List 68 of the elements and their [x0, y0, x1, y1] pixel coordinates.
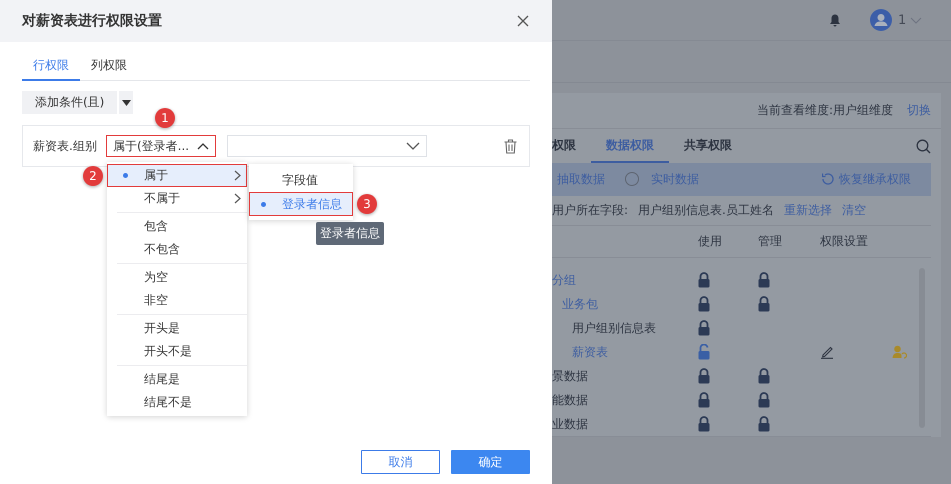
tree-link[interactable]: 业务包: [552, 296, 598, 312]
tree-link[interactable]: 薪资表: [552, 344, 608, 360]
menu-item[interactable]: 开头是: [107, 317, 247, 340]
chevron-right-icon: [234, 193, 241, 204]
operator-select[interactable]: 属于(登录者...: [106, 135, 216, 157]
field-name: 薪资表.组别: [33, 138, 98, 154]
tree-item: 能数据: [552, 392, 588, 408]
chevron-down-icon: [406, 142, 420, 150]
menu-item[interactable]: 不包含: [107, 238, 247, 261]
avatar-icon[interactable]: [870, 9, 892, 31]
menu-item[interactable]: 包含: [107, 215, 247, 238]
tooltip: 登录者信息: [316, 222, 384, 245]
bell-icon[interactable]: [829, 14, 841, 26]
field-value: 用户组别信息表.员工姓名: [638, 202, 774, 219]
column-header: 权限设置: [819, 233, 869, 250]
column-header: 管理: [758, 233, 783, 250]
lock-icon[interactable]: [698, 368, 710, 384]
dropdown-button[interactable]: [119, 91, 134, 114]
refresh-icon: [822, 173, 834, 186]
chevron-right-icon: [234, 170, 241, 181]
switch-link[interactable]: 切换: [907, 102, 931, 119]
tree-item: 业数据: [552, 416, 588, 432]
tree-item: 用户组别信息表: [571, 320, 656, 336]
field-label: 用户所在字段:: [552, 202, 628, 219]
menu-item[interactable]: 结尾不是: [107, 391, 247, 414]
dialog-title: 对薪资表进行权限设置: [22, 12, 162, 30]
lock-icon[interactable]: [758, 272, 770, 288]
user-name: 1: [898, 12, 906, 28]
unlock-icon[interactable]: [698, 344, 710, 360]
tab[interactable]: 权限: [552, 128, 591, 164]
reselect-link[interactable]: 重新选择: [784, 202, 832, 219]
lock-icon[interactable]: [698, 320, 710, 336]
dimension-label: 当前查看维度:用户组维度: [756, 102, 893, 119]
lock-icon[interactable]: [758, 368, 770, 384]
tab[interactable]: 行权限: [22, 52, 80, 81]
trash-icon[interactable]: [504, 138, 517, 154]
lock-icon[interactable]: [758, 296, 770, 312]
confirm-button[interactable]: 确定: [451, 450, 530, 474]
lock-icon[interactable]: [698, 272, 710, 288]
menu-item[interactable]: 为空: [107, 266, 247, 289]
search-icon[interactable]: [916, 138, 931, 154]
menu-item[interactable]: 结尾是: [107, 368, 247, 391]
lock-icon[interactable]: [698, 296, 710, 312]
close-icon[interactable]: [517, 15, 529, 27]
tab[interactable]: 共享权限: [669, 128, 747, 164]
step-badge: 1: [155, 108, 175, 128]
tab[interactable]: 列权限: [80, 52, 138, 81]
menu-item[interactable]: 非空: [107, 289, 247, 312]
lock-icon[interactable]: [698, 392, 710, 408]
menu-item[interactable]: 不属于: [107, 187, 247, 210]
menu-item[interactable]: 属于: [107, 164, 247, 187]
step-badge: 3: [357, 194, 377, 214]
tree-link[interactable]: 分组: [552, 272, 576, 288]
lock-icon[interactable]: [758, 392, 770, 408]
caret-down-icon: [122, 100, 131, 106]
step-badge: 2: [83, 166, 103, 186]
edit-icon[interactable]: [820, 345, 834, 359]
lock-icon[interactable]: [698, 416, 710, 432]
clear-link[interactable]: 清空: [842, 202, 866, 219]
menu-item[interactable]: 字段值: [249, 168, 353, 192]
tree-item: 景数据: [552, 368, 588, 384]
add-condition-button[interactable]: 添加条件(且): [22, 91, 118, 114]
menu-item[interactable]: 开头不是: [107, 340, 247, 363]
cancel-button[interactable]: 取消: [361, 450, 440, 474]
menu-item[interactable]: 登录者信息: [249, 192, 353, 216]
lock-icon[interactable]: [758, 416, 770, 432]
column-header: 使用: [698, 233, 723, 250]
chevron-icon: [197, 142, 209, 150]
